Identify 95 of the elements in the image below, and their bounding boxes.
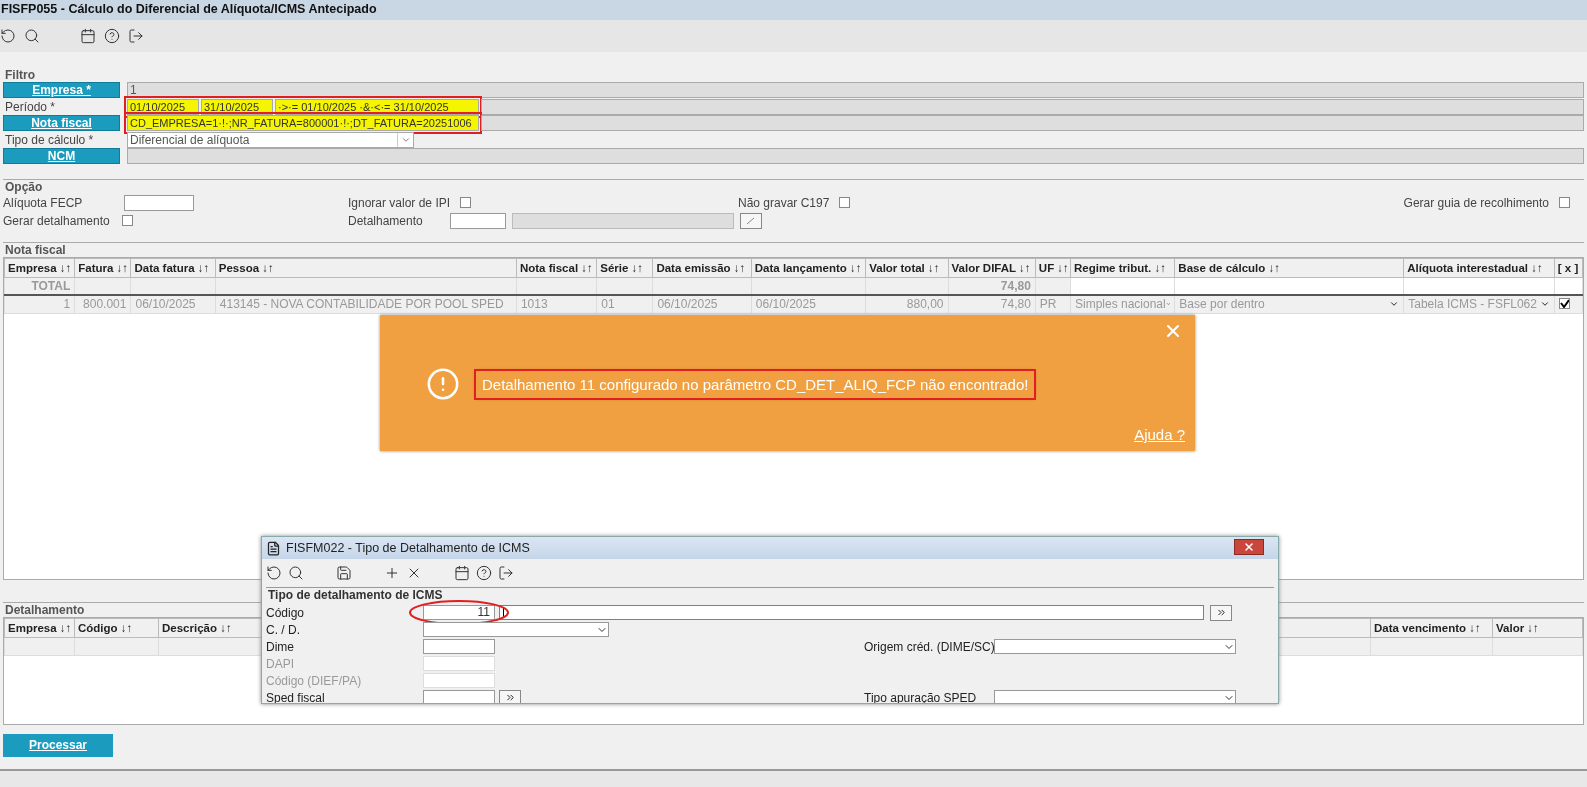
lookup-field[interactable]: [127, 148, 1584, 164]
dialog-title: FISFM022 - Tipo de Detalhamento de ICMS: [286, 541, 530, 555]
check-icon: [1559, 299, 1569, 309]
lookup-button[interactable]: [740, 212, 762, 229]
checkbox[interactable]: [839, 197, 851, 208]
table-cell: 06/10/2025: [657, 297, 718, 312]
pencil-icon: [746, 216, 756, 225]
input-field[interactable]: [124, 194, 195, 211]
input-field[interactable]: [423, 690, 495, 703]
input-field[interactable]: [423, 639, 495, 654]
column-header[interactable]: Base de cálculo ↓↑: [1174, 258, 1404, 277]
exit-icon[interactable]: [498, 565, 514, 581]
table-cell: 01: [601, 297, 615, 312]
field-label: Tipo de cálculo *: [4, 131, 95, 148]
lookup-button[interactable]: [499, 690, 521, 703]
document-icon: [266, 540, 281, 556]
column-header[interactable]: Data lançamento ↓↑: [751, 258, 866, 277]
table-cell: 74,80: [1000, 297, 1031, 312]
column-header[interactable]: [ x ]: [1554, 258, 1583, 277]
code-field[interactable]: 11: [423, 605, 495, 620]
field-label: Código (DIEF/PA): [266, 673, 363, 688]
section-title: Opção: [4, 179, 43, 194]
close-icon: [1243, 541, 1255, 553]
calendar-icon[interactable]: [454, 565, 470, 581]
column-header[interactable]: Nota fiscal ↓↑: [516, 258, 597, 277]
chevrons-icon: [504, 692, 516, 703]
table-cell: 1: [63, 297, 71, 312]
option-label: Ignorar valor de IPI: [348, 195, 451, 210]
table-cell: 880,00: [906, 297, 944, 312]
window-title: FISFP055 - Cálculo do Diferencial de Alíquota/ICMS Antecipado: [0, 0, 1587, 20]
column-header[interactable]: Data fatura ↓↑: [130, 258, 216, 277]
checkbox[interactable]: [460, 197, 472, 208]
help-icon[interactable]: [104, 28, 120, 44]
add-icon[interactable]: [384, 565, 400, 581]
lookup-field[interactable]: CD_EMPRESA=1·!·;NR_FATURA=800001·!·;DT_FATURA=20251006: [127, 115, 479, 131]
alert-icon: [426, 367, 460, 401]
column-header[interactable]: Data vencimento ↓↑: [1370, 618, 1493, 637]
option-label: Detalhamento: [348, 213, 424, 228]
exit-icon[interactable]: [128, 28, 144, 44]
column-header[interactable]: Empresa ↓↑: [4, 258, 75, 277]
calendar-icon[interactable]: [80, 28, 96, 44]
field-label: Período *: [4, 98, 57, 115]
section-title: Filtro: [4, 68, 35, 82]
field-label: DAPI: [266, 656, 295, 671]
section-title: Detalhamento: [4, 602, 85, 617]
option-label: Não gravar C197: [738, 195, 830, 210]
checkbox[interactable]: [1558, 298, 1570, 310]
option-label: Gerar guia de recolhimento: [1403, 195, 1549, 210]
description-field[interactable]: [499, 605, 1204, 620]
table-cell: 1013: [520, 297, 548, 312]
total-label: TOTAL: [31, 278, 71, 293]
input-field[interactable]: [450, 212, 506, 229]
dropdown-field[interactable]: [423, 622, 609, 637]
column-header[interactable]: Valor DIFAL ↓↑: [948, 258, 1036, 277]
checkbox[interactable]: [1559, 197, 1570, 208]
column-header[interactable]: UF ↓↑: [1035, 258, 1071, 277]
column-header[interactable]: Alíquota interestadual ↓↑: [1403, 258, 1555, 277]
table-cell: 800.001: [83, 297, 127, 312]
table-cell: 413145 - NOVA CONTABILIDADE POR POOL SPED: [219, 297, 504, 312]
undo-icon[interactable]: [0, 28, 16, 44]
field-label: Origem créd. (DIME/SC): [864, 639, 994, 654]
column-header[interactable]: Série ↓↑: [596, 258, 653, 277]
field-label: Dime: [266, 639, 295, 654]
column-header[interactable]: Valor total ↓↑: [865, 258, 948, 277]
column-header[interactable]: Pessoa ↓↑: [215, 258, 517, 277]
lookup-button[interactable]: [1210, 604, 1232, 621]
lookup-field[interactable]: 1: [127, 82, 1584, 98]
field-label: Código: [266, 605, 306, 620]
table-cell: 06/10/2025: [755, 297, 816, 312]
chevrons-icon: [1215, 607, 1227, 618]
table-cell: PR: [1039, 297, 1057, 312]
section-title: Nota fiscal: [4, 242, 66, 257]
option-label: Gerar detalhamento: [3, 213, 110, 228]
column-header[interactable]: Empresa ↓↑: [4, 618, 75, 637]
alert-message: Detalhamento 11 configurado no parâmetro CD_DET_ALIQ_FCP não encontrado!: [476, 370, 1035, 398]
search-icon[interactable]: [288, 565, 304, 581]
table-cell: 06/10/2025: [135, 297, 196, 312]
dropdown-field[interactable]: [994, 639, 1236, 654]
total-value: 74,80: [1000, 278, 1031, 293]
save-icon[interactable]: [336, 565, 352, 581]
group-title: Tipo de detalhamento de ICMS: [267, 589, 443, 602]
search-icon[interactable]: [24, 28, 40, 44]
close-button[interactable]: [1234, 539, 1264, 555]
column-header[interactable]: Valor ↓↑: [1492, 618, 1583, 637]
checkbox[interactable]: [121, 215, 133, 226]
column-header[interactable]: Data emissão ↓↑: [652, 258, 752, 277]
column-header[interactable]: Regime tribut. ↓↑: [1070, 258, 1175, 277]
field-label: C. / D.: [266, 622, 301, 637]
option-label: Alíquota FECP: [3, 195, 83, 210]
dropdown-field[interactable]: Diferencial de alíquota: [127, 131, 414, 148]
undo-icon[interactable]: [266, 565, 282, 581]
column-header[interactable]: Fatura ↓↑: [74, 258, 131, 277]
dropdown-field[interactable]: [994, 690, 1236, 703]
column-header[interactable]: Código ↓↑: [74, 618, 159, 637]
help-icon[interactable]: [476, 565, 492, 581]
